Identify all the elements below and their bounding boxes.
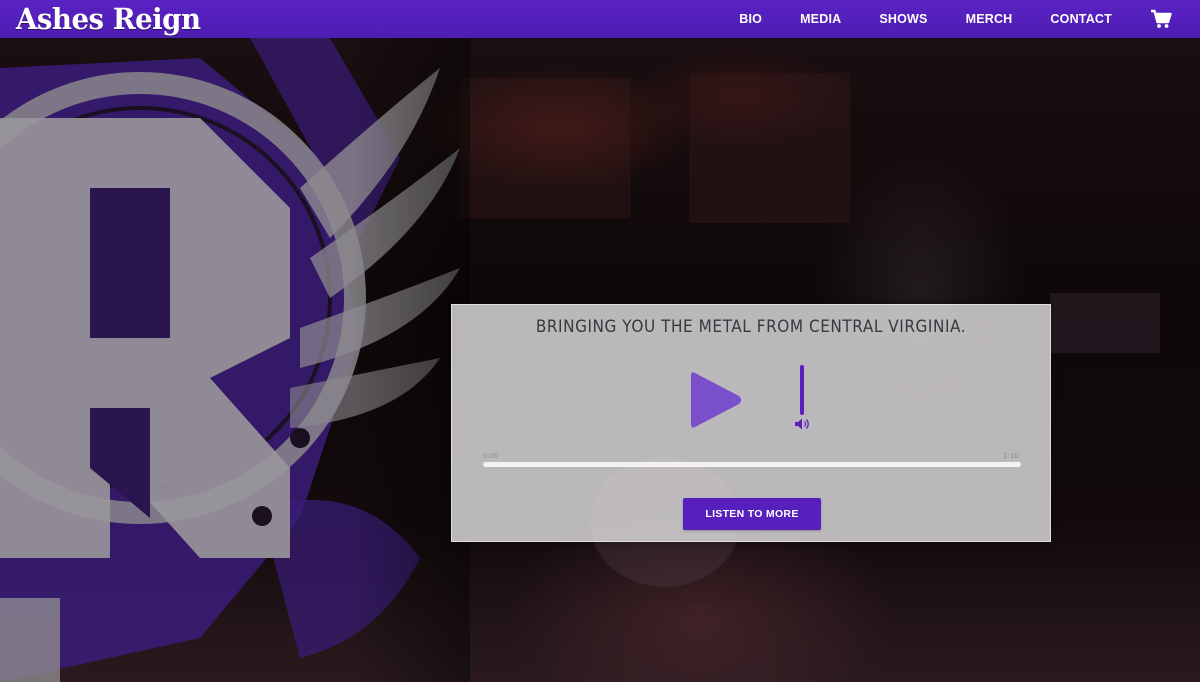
amplifier — [1050, 293, 1160, 353]
band-emblem-graphic — [0, 38, 470, 682]
volume-slider[interactable] — [792, 365, 814, 433]
site-header: Ashes Reign BIO MEDIA SHOWS MERCH CONTAC… — [0, 0, 1200, 38]
stage-window — [460, 78, 630, 218]
nav-bio[interactable]: BIO — [739, 12, 762, 26]
current-time: 0:00 — [483, 452, 499, 460]
nav-shows[interactable]: SHOWS — [879, 12, 927, 26]
nav-media[interactable]: MEDIA — [800, 12, 841, 26]
total-time: 1:10 — [1003, 452, 1019, 460]
listen-to-more-button[interactable]: LISTEN TO MORE — [683, 498, 821, 530]
site-logo[interactable]: Ashes Reign — [16, 2, 201, 36]
nav-contact[interactable]: CONTACT — [1050, 12, 1112, 26]
main-nav: BIO MEDIA SHOWS MERCH CONTACT — [739, 0, 1200, 38]
volume-level-bar[interactable] — [800, 365, 804, 415]
hero-tagline: BRINGING YOU THE METAL FROM CENTRAL VIRG… — [535, 317, 967, 337]
audio-player-card: BRINGING YOU THE METAL FROM CENTRAL VIRG… — [451, 304, 1051, 542]
hero-section: BRINGING YOU THE METAL FROM CENTRAL VIRG… — [0, 38, 1200, 682]
stage-window — [690, 73, 850, 223]
speaker-icon[interactable] — [794, 417, 812, 431]
shopping-cart-icon[interactable] — [1150, 9, 1172, 29]
play-icon[interactable] — [689, 369, 743, 431]
nav-merch[interactable]: MERCH — [966, 12, 1013, 26]
progress-bar[interactable] — [483, 462, 1021, 467]
